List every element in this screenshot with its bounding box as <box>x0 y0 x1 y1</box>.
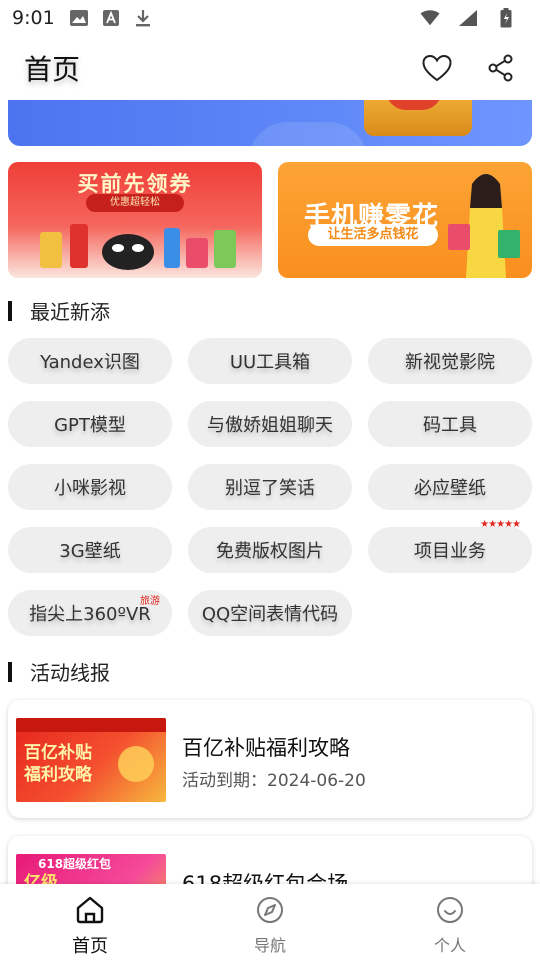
activity-thumbnail: 618超级红包 亿级 <box>16 854 166 884</box>
recent-item[interactable]: 指尖上360ºVR 旅游 <box>8 590 172 636</box>
activity-date: 活动到期：2024-06-20 <box>182 771 366 791</box>
app-bar: 首页 <box>0 36 540 100</box>
recent-item[interactable]: 新视觉影院 <box>368 338 532 384</box>
nav-home[interactable]: 首页 <box>0 884 180 960</box>
recent-item-label: 新视觉影院 <box>405 352 495 373</box>
recent-item-label: QQ空间表情代码 <box>201 604 339 625</box>
svg-text:618超级红包: 618超级红包 <box>38 856 111 871</box>
bottom-nav: 首页 导航 个人 <box>0 884 540 960</box>
status-bar: 9:01 <box>0 0 540 36</box>
promo-right-tagline: 让生活多点钱花 <box>308 224 438 246</box>
activity-card[interactable]: 618超级红包 亿级 618超级红包会场 <box>8 836 532 884</box>
recent-item[interactable]: 必应壁纸 <box>368 464 532 510</box>
recent-item-label: 与傲娇姐姐聊天 <box>207 415 333 436</box>
recent-item-label: 码工具 <box>423 415 477 436</box>
svg-text:百亿补贴: 百亿补贴 <box>24 742 92 763</box>
promo-left-tagline: 优惠超轻松 <box>86 194 184 212</box>
battery-icon <box>496 8 516 28</box>
activity-card[interactable]: 百亿补贴 福利攻略 百亿补贴福利攻略 活动到期：2024-06-20 <box>8 700 532 818</box>
recent-item[interactable]: 项目业务 ★★★★★ <box>368 519 532 573</box>
recent-item[interactable]: 小咪影视 <box>8 464 172 510</box>
font-icon <box>101 8 121 28</box>
section-activities-title: 活动线报 <box>30 661 110 685</box>
activity-thumbnail: 百亿补贴 福利攻略 <box>16 718 166 802</box>
shopping-woman-illustration <box>448 174 520 278</box>
nav-profile-label: 个人 <box>433 936 466 955</box>
promo-banner-coupon[interactable]: 买前先领券 优惠超轻松 <box>8 162 262 278</box>
recent-item-label: 小咪影视 <box>54 478 126 499</box>
nav-profile[interactable]: 个人 <box>360 884 540 960</box>
nav-guide[interactable]: 导航 <box>180 884 360 960</box>
section-activities: 活动线报 <box>8 657 110 686</box>
category-badge: 旅游 <box>140 596 160 607</box>
recent-item[interactable]: 免费版权图片 <box>188 527 352 573</box>
goods-illustration <box>40 224 236 270</box>
recent-item[interactable]: Yandex识图 <box>8 338 172 384</box>
section-recent: 最近新添 <box>8 296 110 325</box>
smile-icon <box>436 896 464 928</box>
recent-item[interactable]: 与傲娇姐姐聊天 <box>188 401 352 447</box>
status-time: 9:01 <box>12 7 55 29</box>
compass-icon <box>256 896 284 928</box>
recent-item-label: Yandex识图 <box>40 352 140 373</box>
recent-item-label: 项目业务 <box>414 541 486 562</box>
promo-banner-earn[interactable]: 手机赚零花 让生活多点钱花 <box>278 162 532 278</box>
activity-title: 618超级红包会场 <box>182 872 349 884</box>
recent-item[interactable]: QQ空间表情代码 <box>188 590 352 636</box>
recent-item-label: 指尖上360ºVR <box>29 604 151 625</box>
recent-item[interactable]: UU工具箱 <box>188 338 352 384</box>
recent-item-label: 免费版权图片 <box>216 541 324 562</box>
gift-box-image <box>364 100 472 136</box>
wifi-icon <box>420 8 440 28</box>
activity-title: 百亿补贴福利攻略 <box>182 736 350 760</box>
download-icon <box>133 8 153 28</box>
home-icon <box>75 896 105 928</box>
section-recent-title: 最近新添 <box>30 300 110 324</box>
svg-text:亿级: 亿级 <box>24 872 58 884</box>
image-icon <box>69 8 89 28</box>
share-icon[interactable] <box>486 53 516 83</box>
recent-item[interactable]: 3G壁纸 <box>8 527 172 573</box>
heart-icon[interactable] <box>422 53 452 83</box>
top-banner[interactable] <box>8 100 532 146</box>
recent-item-label: 别逗了笑话 <box>225 478 315 499</box>
nav-home-label: 首页 <box>72 936 108 957</box>
page-title: 首页 <box>24 53 81 86</box>
recent-item-label: GPT模型 <box>54 415 126 436</box>
recent-item[interactable]: 码工具 <box>368 401 532 447</box>
nav-guide-label: 导航 <box>253 936 286 955</box>
recent-item[interactable]: GPT模型 <box>8 401 172 447</box>
recent-item-label: UU工具箱 <box>229 352 311 373</box>
signal-icon <box>458 8 478 28</box>
svg-text:福利攻略: 福利攻略 <box>23 764 93 785</box>
rating-stars-badge: ★★★★★ <box>480 519 521 530</box>
recent-item-label: 必应壁纸 <box>414 478 486 499</box>
recent-item[interactable]: 别逗了笑话 <box>188 464 352 510</box>
main-content: 买前先领券 优惠超轻松 手机赚零花 让生活多点钱花 最近新添 Yandex识图 <box>0 100 540 884</box>
recent-item-label: 3G壁纸 <box>59 541 121 562</box>
